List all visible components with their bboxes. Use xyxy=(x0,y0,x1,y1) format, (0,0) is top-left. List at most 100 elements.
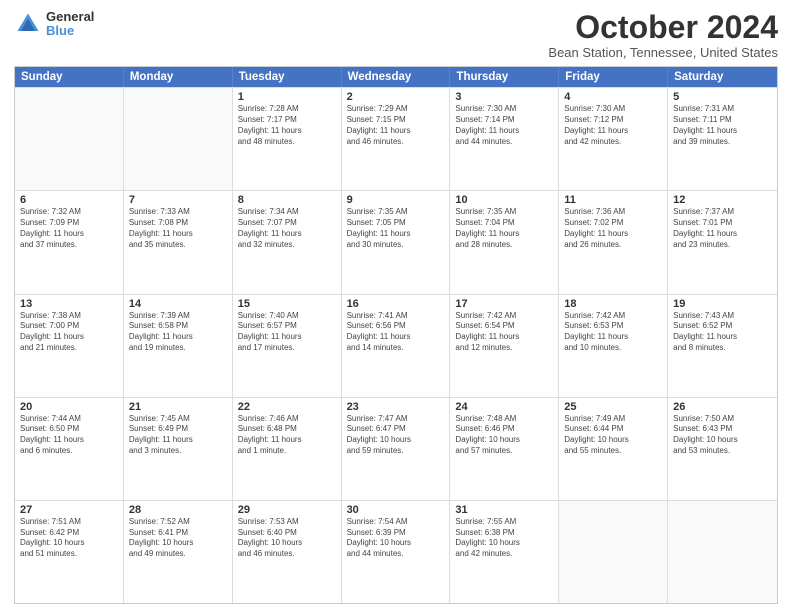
cell-info: Sunrise: 7:46 AM Sunset: 6:48 PM Dayligh… xyxy=(238,414,336,457)
calendar-cell-16: 16Sunrise: 7:41 AM Sunset: 6:56 PM Dayli… xyxy=(342,295,451,397)
day-header-tuesday: Tuesday xyxy=(233,67,342,87)
logo-text: General Blue xyxy=(46,10,94,39)
cell-info: Sunrise: 7:36 AM Sunset: 7:02 PM Dayligh… xyxy=(564,207,662,250)
cell-day-number: 30 xyxy=(347,504,445,516)
calendar-cell-13: 13Sunrise: 7:38 AM Sunset: 7:00 PM Dayli… xyxy=(15,295,124,397)
cell-info: Sunrise: 7:28 AM Sunset: 7:17 PM Dayligh… xyxy=(238,104,336,147)
day-header-wednesday: Wednesday xyxy=(342,67,451,87)
cell-info: Sunrise: 7:47 AM Sunset: 6:47 PM Dayligh… xyxy=(347,414,445,457)
cell-day-number: 26 xyxy=(673,401,772,413)
calendar-body: 1Sunrise: 7:28 AM Sunset: 7:17 PM Daylig… xyxy=(15,87,777,603)
calendar-cell-18: 18Sunrise: 7:42 AM Sunset: 6:53 PM Dayli… xyxy=(559,295,668,397)
cell-info: Sunrise: 7:44 AM Sunset: 6:50 PM Dayligh… xyxy=(20,414,118,457)
cell-day-number: 18 xyxy=(564,298,662,310)
calendar-cell-28: 28Sunrise: 7:52 AM Sunset: 6:41 PM Dayli… xyxy=(124,501,233,603)
calendar-header: SundayMondayTuesdayWednesdayThursdayFrid… xyxy=(15,67,777,87)
calendar-cell-17: 17Sunrise: 7:42 AM Sunset: 6:54 PM Dayli… xyxy=(450,295,559,397)
cell-info: Sunrise: 7:38 AM Sunset: 7:00 PM Dayligh… xyxy=(20,311,118,354)
logo-icon xyxy=(14,10,42,38)
cell-info: Sunrise: 7:51 AM Sunset: 6:42 PM Dayligh… xyxy=(20,517,118,560)
cell-day-number: 3 xyxy=(455,91,553,103)
logo-line1: General xyxy=(46,10,94,24)
calendar-row-4: 27Sunrise: 7:51 AM Sunset: 6:42 PM Dayli… xyxy=(15,500,777,603)
cell-day-number: 13 xyxy=(20,298,118,310)
cell-info: Sunrise: 7:53 AM Sunset: 6:40 PM Dayligh… xyxy=(238,517,336,560)
calendar-cell-empty xyxy=(559,501,668,603)
day-header-monday: Monday xyxy=(124,67,233,87)
calendar-row-0: 1Sunrise: 7:28 AM Sunset: 7:17 PM Daylig… xyxy=(15,87,777,190)
calendar-cell-10: 10Sunrise: 7:35 AM Sunset: 7:04 PM Dayli… xyxy=(450,191,559,293)
calendar-cell-26: 26Sunrise: 7:50 AM Sunset: 6:43 PM Dayli… xyxy=(668,398,777,500)
calendar-cell-19: 19Sunrise: 7:43 AM Sunset: 6:52 PM Dayli… xyxy=(668,295,777,397)
calendar-cell-7: 7Sunrise: 7:33 AM Sunset: 7:08 PM Daylig… xyxy=(124,191,233,293)
calendar-cell-31: 31Sunrise: 7:55 AM Sunset: 6:38 PM Dayli… xyxy=(450,501,559,603)
calendar-cell-8: 8Sunrise: 7:34 AM Sunset: 7:07 PM Daylig… xyxy=(233,191,342,293)
cell-day-number: 31 xyxy=(455,504,553,516)
cell-day-number: 16 xyxy=(347,298,445,310)
calendar-cell-30: 30Sunrise: 7:54 AM Sunset: 6:39 PM Dayli… xyxy=(342,501,451,603)
cell-info: Sunrise: 7:39 AM Sunset: 6:58 PM Dayligh… xyxy=(129,311,227,354)
cell-info: Sunrise: 7:35 AM Sunset: 7:04 PM Dayligh… xyxy=(455,207,553,250)
cell-day-number: 22 xyxy=(238,401,336,413)
cell-day-number: 2 xyxy=(347,91,445,103)
calendar-cell-3: 3Sunrise: 7:30 AM Sunset: 7:14 PM Daylig… xyxy=(450,88,559,190)
calendar-row-3: 20Sunrise: 7:44 AM Sunset: 6:50 PM Dayli… xyxy=(15,397,777,500)
calendar-cell-11: 11Sunrise: 7:36 AM Sunset: 7:02 PM Dayli… xyxy=(559,191,668,293)
cell-info: Sunrise: 7:35 AM Sunset: 7:05 PM Dayligh… xyxy=(347,207,445,250)
calendar-cell-empty xyxy=(124,88,233,190)
calendar-cell-15: 15Sunrise: 7:40 AM Sunset: 6:57 PM Dayli… xyxy=(233,295,342,397)
calendar-cell-14: 14Sunrise: 7:39 AM Sunset: 6:58 PM Dayli… xyxy=(124,295,233,397)
cell-day-number: 5 xyxy=(673,91,772,103)
cell-day-number: 27 xyxy=(20,504,118,516)
cell-info: Sunrise: 7:55 AM Sunset: 6:38 PM Dayligh… xyxy=(455,517,553,560)
location: Bean Station, Tennessee, United States xyxy=(548,45,778,60)
logo: General Blue xyxy=(14,10,94,39)
calendar-cell-27: 27Sunrise: 7:51 AM Sunset: 6:42 PM Dayli… xyxy=(15,501,124,603)
cell-info: Sunrise: 7:37 AM Sunset: 7:01 PM Dayligh… xyxy=(673,207,772,250)
cell-day-number: 14 xyxy=(129,298,227,310)
cell-day-number: 21 xyxy=(129,401,227,413)
cell-info: Sunrise: 7:45 AM Sunset: 6:49 PM Dayligh… xyxy=(129,414,227,457)
cell-info: Sunrise: 7:40 AM Sunset: 6:57 PM Dayligh… xyxy=(238,311,336,354)
cell-info: Sunrise: 7:49 AM Sunset: 6:44 PM Dayligh… xyxy=(564,414,662,457)
cell-day-number: 10 xyxy=(455,194,553,206)
logo-line2: Blue xyxy=(46,24,94,38)
cell-info: Sunrise: 7:31 AM Sunset: 7:11 PM Dayligh… xyxy=(673,104,772,147)
cell-info: Sunrise: 7:30 AM Sunset: 7:12 PM Dayligh… xyxy=(564,104,662,147)
day-header-thursday: Thursday xyxy=(450,67,559,87)
day-header-saturday: Saturday xyxy=(668,67,777,87)
cell-info: Sunrise: 7:52 AM Sunset: 6:41 PM Dayligh… xyxy=(129,517,227,560)
cell-info: Sunrise: 7:32 AM Sunset: 7:09 PM Dayligh… xyxy=(20,207,118,250)
calendar-cell-23: 23Sunrise: 7:47 AM Sunset: 6:47 PM Dayli… xyxy=(342,398,451,500)
calendar-cell-29: 29Sunrise: 7:53 AM Sunset: 6:40 PM Dayli… xyxy=(233,501,342,603)
calendar-row-2: 13Sunrise: 7:38 AM Sunset: 7:00 PM Dayli… xyxy=(15,294,777,397)
cell-day-number: 11 xyxy=(564,194,662,206)
cell-info: Sunrise: 7:54 AM Sunset: 6:39 PM Dayligh… xyxy=(347,517,445,560)
calendar-cell-6: 6Sunrise: 7:32 AM Sunset: 7:09 PM Daylig… xyxy=(15,191,124,293)
cell-day-number: 29 xyxy=(238,504,336,516)
calendar: SundayMondayTuesdayWednesdayThursdayFrid… xyxy=(14,66,778,604)
cell-day-number: 23 xyxy=(347,401,445,413)
header: General Blue October 2024 Bean Station, … xyxy=(14,10,778,60)
calendar-cell-1: 1Sunrise: 7:28 AM Sunset: 7:17 PM Daylig… xyxy=(233,88,342,190)
cell-info: Sunrise: 7:43 AM Sunset: 6:52 PM Dayligh… xyxy=(673,311,772,354)
cell-day-number: 12 xyxy=(673,194,772,206)
cell-day-number: 20 xyxy=(20,401,118,413)
month-title: October 2024 xyxy=(548,10,778,45)
cell-info: Sunrise: 7:33 AM Sunset: 7:08 PM Dayligh… xyxy=(129,207,227,250)
day-header-sunday: Sunday xyxy=(15,67,124,87)
calendar-cell-12: 12Sunrise: 7:37 AM Sunset: 7:01 PM Dayli… xyxy=(668,191,777,293)
page: General Blue October 2024 Bean Station, … xyxy=(0,0,792,612)
calendar-row-1: 6Sunrise: 7:32 AM Sunset: 7:09 PM Daylig… xyxy=(15,190,777,293)
cell-info: Sunrise: 7:42 AM Sunset: 6:54 PM Dayligh… xyxy=(455,311,553,354)
cell-day-number: 7 xyxy=(129,194,227,206)
cell-day-number: 8 xyxy=(238,194,336,206)
title-block: October 2024 Bean Station, Tennessee, Un… xyxy=(548,10,778,60)
calendar-cell-20: 20Sunrise: 7:44 AM Sunset: 6:50 PM Dayli… xyxy=(15,398,124,500)
calendar-cell-empty xyxy=(668,501,777,603)
day-header-friday: Friday xyxy=(559,67,668,87)
cell-day-number: 25 xyxy=(564,401,662,413)
cell-day-number: 17 xyxy=(455,298,553,310)
cell-day-number: 19 xyxy=(673,298,772,310)
cell-info: Sunrise: 7:30 AM Sunset: 7:14 PM Dayligh… xyxy=(455,104,553,147)
